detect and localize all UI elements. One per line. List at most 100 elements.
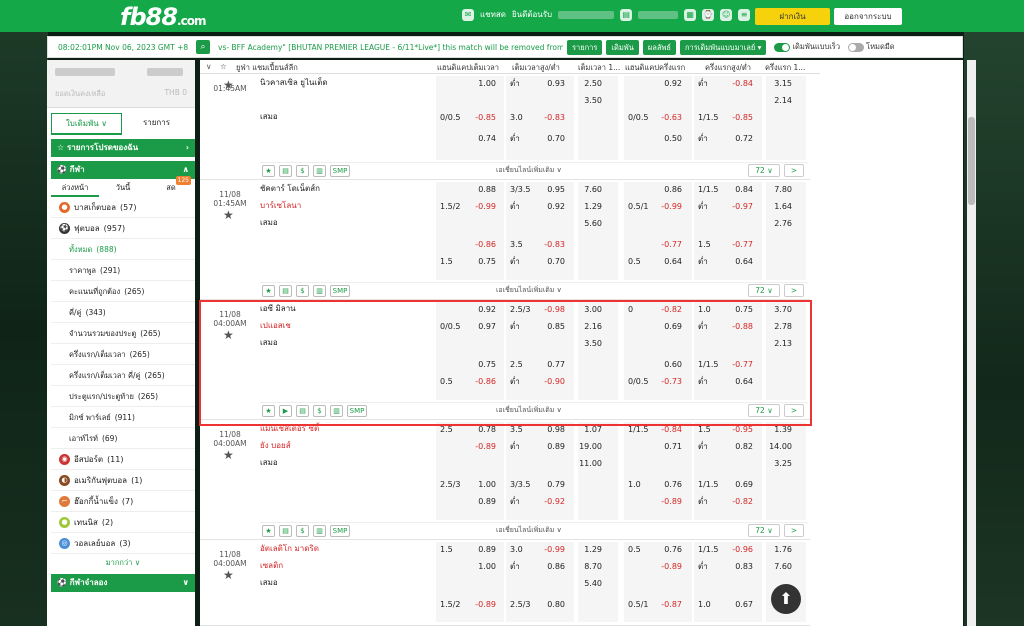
odds-value[interactable]: -0.99	[658, 199, 682, 214]
odds-value[interactable]: 0.72	[729, 131, 753, 146]
odds-value[interactable]: ต่ำ	[510, 76, 520, 91]
odds-value[interactable]: 1.07	[578, 422, 602, 437]
favorites-header[interactable]: ☆ รายการโปรดของฉัน ›	[51, 139, 195, 157]
odds-value[interactable]: 0.74	[472, 131, 496, 146]
smp-button[interactable]: SMP	[330, 525, 350, 537]
odds-value[interactable]: 2.5	[510, 357, 523, 372]
list-icon[interactable]: ≡	[738, 8, 751, 21]
smp-button[interactable]: SMP	[347, 405, 367, 417]
odds-value[interactable]: -0.77	[658, 237, 682, 252]
team-home[interactable]: แมนเชสเตอร์ ซิตี้	[260, 424, 319, 434]
odds-value[interactable]: 3/3.5	[510, 477, 531, 492]
odds-value[interactable]: 0.5/1	[628, 199, 649, 214]
odds-value[interactable]: 0.64	[729, 254, 753, 269]
odds-value[interactable]: ต่ำ	[510, 439, 520, 454]
odds-value[interactable]: ต่ำ	[698, 131, 708, 146]
odds-value[interactable]: -0.84	[658, 422, 682, 437]
odds-value[interactable]: 0.82	[729, 439, 753, 454]
team-home[interactable]: เอซี มิลาน	[260, 304, 296, 314]
odds-value[interactable]: 0.83	[729, 559, 753, 574]
tab-live[interactable]: สด 125	[147, 176, 195, 197]
stats-icon[interactable]: ▤	[279, 165, 292, 177]
odds-value[interactable]: 0/0.5	[440, 319, 461, 334]
odds-value[interactable]: 1.29	[578, 542, 602, 557]
odds-value[interactable]: 0.70	[541, 254, 565, 269]
odds-value[interactable]: ต่ำ	[510, 199, 520, 214]
odds-value[interactable]: 0.69	[658, 319, 682, 334]
odds-value[interactable]: -0.89	[472, 597, 496, 612]
odds-value[interactable]: 14.00	[768, 439, 792, 454]
odds-value[interactable]: 0	[628, 302, 633, 317]
odds-value[interactable]: -0.63	[658, 110, 682, 125]
virtual-sports-header[interactable]: ⚽ กีฬาจำลอง ∨	[51, 574, 195, 592]
odds-value[interactable]: 0.78	[472, 422, 496, 437]
favorite-icon[interactable]: ★	[262, 165, 275, 177]
sidebar-sub-odd-even[interactable]: คี่/คู่ (343)	[51, 302, 195, 323]
sidebar-item-football[interactable]: ⚽ ฟุตบอล (957)	[51, 218, 195, 239]
sidebar-item-volleyball[interactable]: ◎ วอลเลย์บอล (3)	[51, 533, 195, 554]
chart-icon[interactable]: ▥	[313, 165, 326, 177]
odds-value[interactable]: 3.0	[510, 542, 523, 557]
sidebar-sub-total-goals[interactable]: จำนวนรวมของประตู (265)	[51, 323, 195, 344]
odds-value[interactable]: 1.64	[768, 199, 792, 214]
odds-value[interactable]: -0.99	[472, 199, 496, 214]
collapse-icon[interactable]: ∨	[206, 62, 212, 71]
odds-value[interactable]: -0.99	[541, 542, 565, 557]
favorite-star-icon[interactable]: ★	[223, 448, 234, 462]
odds-value[interactable]: 0.70	[541, 131, 565, 146]
sidebar-item-esports[interactable]: ◉ อีสปอร์ต (11)	[51, 449, 195, 470]
user-icon[interactable]: ☺	[720, 8, 733, 21]
sidebar-sub-ht-ft-odd-even[interactable]: ครึ่งแรก/เต็มเวลา คี่/คู่ (265)	[51, 365, 195, 386]
odds-value[interactable]: 3.5	[510, 237, 523, 252]
more-lines-link[interactable]: เอเชี่ยนไลน์เพิ่มเติม ∨	[496, 405, 562, 416]
odds-value[interactable]: 1.5	[698, 422, 711, 437]
tab-betslip[interactable]: ใบเดิมพัน ∨	[51, 113, 122, 135]
odds-value[interactable]: ต่ำ	[698, 439, 708, 454]
odds-value[interactable]: ต่ำ	[698, 559, 708, 574]
odds-value[interactable]: -0.83	[541, 110, 565, 125]
odds-value[interactable]: 1.00	[472, 559, 496, 574]
odds-value[interactable]: -0.77	[729, 237, 753, 252]
odds-value[interactable]: 2.5/3	[510, 302, 531, 317]
favorite-star-icon[interactable]: ★	[223, 328, 234, 342]
odds-value[interactable]: 3/3.5	[510, 182, 531, 197]
favorite-icon[interactable]: ★	[262, 525, 275, 537]
odds-value[interactable]: 0.75	[472, 357, 496, 372]
odds-value[interactable]: 0.92	[472, 302, 496, 317]
odds-value[interactable]: 1.5	[440, 542, 453, 557]
chat-link[interactable]: แชทสด	[480, 8, 506, 21]
odds-value[interactable]: ต่ำ	[698, 199, 708, 214]
odds-value[interactable]: 1/1.5	[698, 542, 719, 557]
favorite-star-icon[interactable]: ★	[223, 568, 234, 582]
odds-value[interactable]: -0.89	[658, 494, 682, 509]
dark-mode-toggle[interactable]	[848, 42, 865, 52]
odds-value[interactable]: 0.86	[541, 559, 565, 574]
logout-button[interactable]: ออกจากระบบ	[834, 8, 902, 25]
odds-value[interactable]: 0.75	[472, 254, 496, 269]
odds-value[interactable]: 3.15	[768, 76, 792, 91]
team-home[interactable]: อัตเลติโก มาดริด	[260, 544, 319, 554]
odds-value[interactable]: 2.5/3	[440, 477, 461, 492]
odds-value[interactable]: 0.71	[658, 439, 682, 454]
next-arrow-button[interactable]: >	[784, 284, 804, 297]
odds-value[interactable]: 1.00	[472, 477, 496, 492]
market-count[interactable]: 72 ∨	[748, 164, 780, 177]
sidebar-sub-mix-parlay[interactable]: มิกซ์ พาร์เลย์ (911)	[51, 407, 195, 428]
odds-value[interactable]: 0.76	[658, 542, 682, 557]
odds-value[interactable]: 0.5	[628, 542, 641, 557]
odds-value[interactable]: -0.86	[472, 374, 496, 389]
odds-value[interactable]: ต่ำ	[510, 131, 520, 146]
odds-value[interactable]: -0.98	[541, 302, 565, 317]
market-count[interactable]: 72 ∨	[748, 404, 780, 417]
odds-value[interactable]: ต่ำ	[510, 319, 520, 334]
sidebar-sub-all[interactable]: ทั้งหมด (888)	[51, 239, 195, 260]
more-sports-button[interactable]: มากกว่า ∨	[51, 554, 195, 572]
odds-value[interactable]: 11.00	[578, 456, 602, 471]
odds-value[interactable]: 3.50	[578, 93, 602, 108]
odds-value[interactable]: -0.92	[541, 494, 565, 509]
market-count[interactable]: 72 ∨	[748, 524, 780, 537]
odds-value[interactable]: 0.76	[658, 477, 682, 492]
favorite-icon[interactable]: ★	[262, 285, 275, 297]
favorite-icon[interactable]: ★	[262, 405, 275, 417]
odds-value[interactable]: 2.50	[578, 76, 602, 91]
